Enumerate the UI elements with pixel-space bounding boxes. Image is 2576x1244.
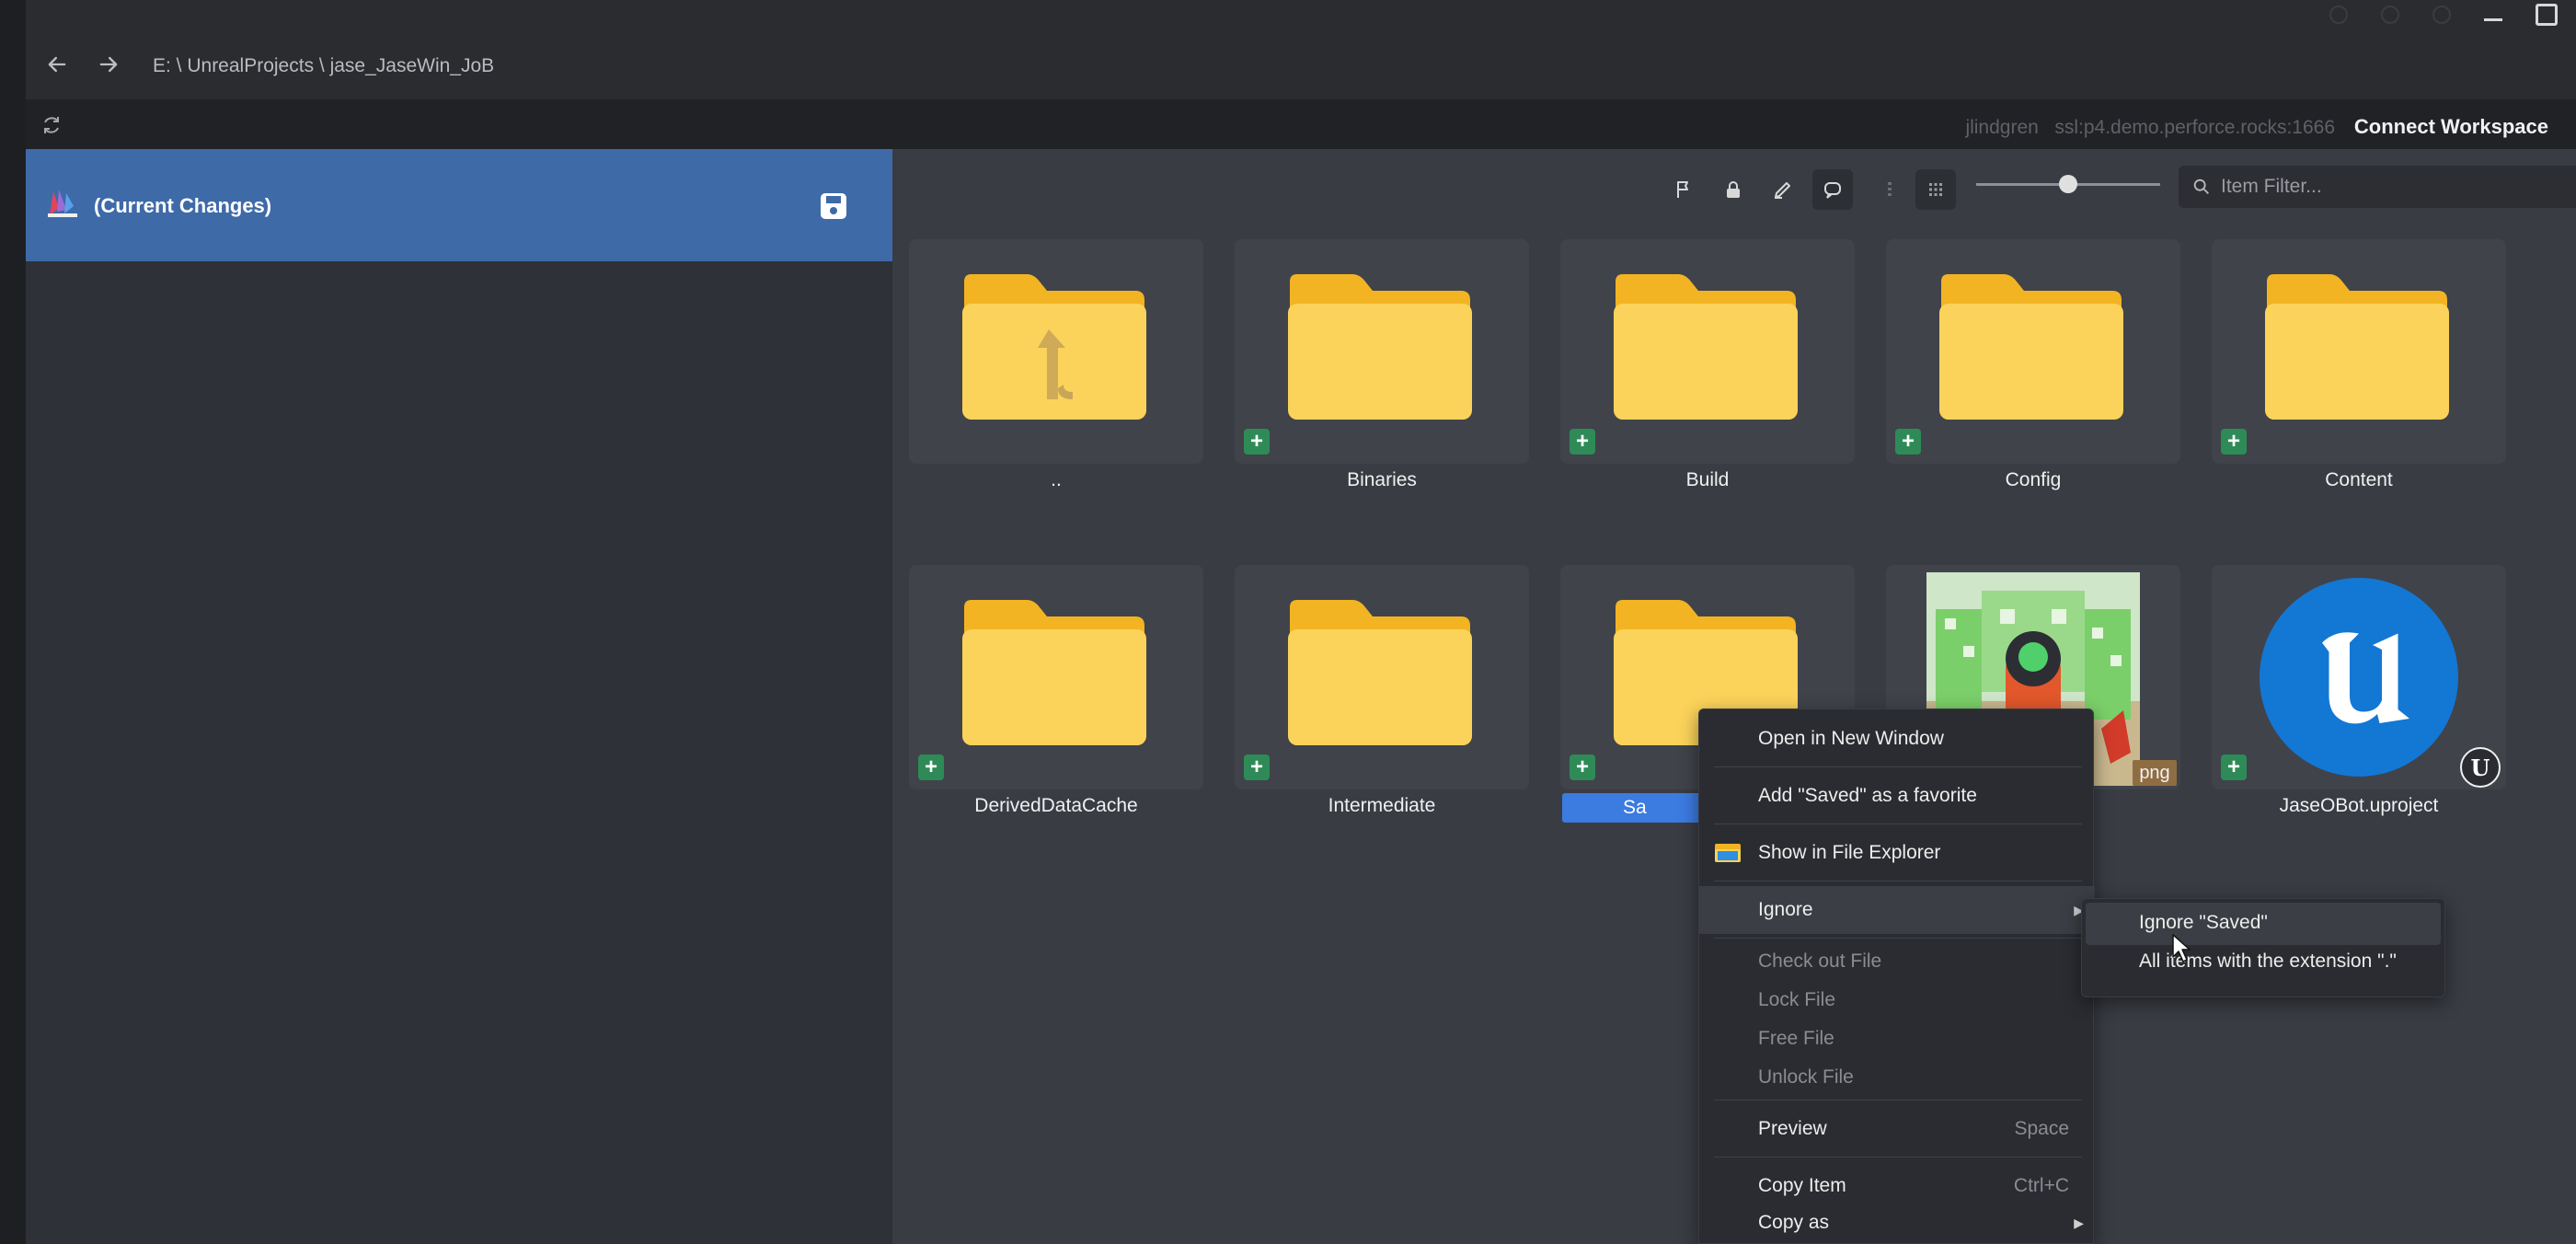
folder-icon [1284, 598, 1474, 747]
add-badge-icon: + [1244, 754, 1270, 780]
window-controls [2329, 4, 2558, 26]
search-icon [2193, 179, 2209, 194]
save-icon[interactable] [819, 191, 848, 221]
menu-separator [1714, 1157, 2082, 1158]
menu-item-ignore[interactable]: Ignore ▶ [1699, 886, 2095, 934]
folder-icon [2261, 272, 2451, 421]
add-badge-icon: + [2221, 754, 2247, 780]
menu-item-shortcut: Ctrl+C [2013, 1175, 2069, 1196]
menu-item-copy-as[interactable]: Copy as ▶ [1699, 1201, 2095, 1243]
folder-icon [959, 598, 1148, 747]
menu-item-label: Show in File Explorer [1758, 842, 1941, 863]
folder-label: Binaries [1347, 469, 1417, 490]
folder-label: DerivedDataCache [974, 795, 1138, 816]
item-filter-input[interactable] [2221, 171, 2561, 202]
unreal-badge-icon: U [2460, 747, 2501, 788]
forward-arrow-icon[interactable] [96, 52, 121, 77]
menu-item-check-out: Check out File [1699, 941, 2095, 980]
submenu-item-label: Ignore "Saved" [2139, 912, 2268, 933]
menu-item-label: Add "Saved" as a favorite [1758, 785, 1977, 806]
mouse-cursor-icon [2172, 934, 2191, 962]
flag-icon[interactable] [1663, 169, 1704, 210]
menu-item-preview[interactable]: Preview Space [1699, 1105, 2095, 1153]
edit-icon[interactable] [1763, 169, 1803, 210]
menu-item-label: Free File [1758, 1028, 1834, 1049]
list-view-icon[interactable] [1869, 169, 1910, 210]
folder-label: Config [2005, 469, 2062, 490]
menu-item-label: Open in New Window [1758, 728, 1944, 749]
maximize-icon[interactable] [2536, 4, 2558, 26]
context-menu: Open in New Window Add "Saved" as a favo… [1698, 708, 2095, 1244]
menu-item-label: Copy as [1758, 1212, 1830, 1233]
sidebar [26, 149, 892, 1244]
refresh-icon[interactable] [40, 114, 63, 136]
menu-item-add-favorite[interactable]: Add "Saved" as a favorite [1699, 772, 2095, 820]
add-badge-icon: + [1570, 429, 1595, 455]
folder-label: Intermediate [1328, 795, 1436, 816]
file-explorer-icon [1715, 844, 1741, 862]
folder-icon [1936, 272, 2125, 421]
folder-icon [1284, 272, 1474, 421]
add-badge-icon: + [1895, 429, 1921, 455]
parent-folder-icon [959, 272, 1148, 421]
menu-item-label: Preview [1758, 1118, 1827, 1139]
menu-item-show-in-explorer[interactable]: Show in File Explorer [1699, 829, 2095, 877]
minimize-icon[interactable] [2484, 17, 2502, 21]
faint-icon-2 [2381, 6, 2399, 24]
window-edge [0, 0, 26, 1244]
grid-view-icon[interactable] [1915, 169, 1956, 210]
menu-item-shortcut: Space [2014, 1118, 2069, 1139]
server-info: jlindgren ssl:p4.demo.perforce.rocks:166… [1965, 117, 2335, 139]
menu-separator [1714, 766, 2082, 767]
title-bar [26, 0, 2576, 99]
folder-label: .. [1051, 469, 1062, 490]
menu-item-label: Check out File [1758, 950, 1882, 972]
folder-label-selected: Sa [1623, 797, 1647, 818]
add-badge-icon: + [2221, 429, 2247, 455]
menu-item-lock: Lock File [1699, 980, 2095, 1019]
chat-icon[interactable] [1812, 169, 1853, 210]
lock-icon[interactable] [1713, 169, 1754, 210]
ignore-submenu: Ignore "Saved" All items with the extens… [2081, 898, 2445, 997]
submenu-arrow-icon: ▶ [2074, 1215, 2084, 1230]
menu-item-label: Ignore [1758, 899, 1813, 920]
breadcrumb[interactable]: E: \ UnrealProjects \ jase_JaseWin_JoB [153, 55, 494, 77]
add-badge-icon: + [1244, 429, 1270, 455]
connect-workspace-button[interactable]: Connect Workspace [2354, 115, 2548, 139]
username: jlindgren [1965, 117, 2039, 138]
menu-item-label: Lock File [1758, 989, 1836, 1010]
menu-item-free: Free File [1699, 1019, 2095, 1057]
uproject-label: JaseOBot.uproject [2279, 795, 2439, 816]
server-address: ssl:p4.demo.perforce.rocks:1666 [2054, 117, 2335, 138]
folder-label: Build [1685, 469, 1730, 490]
faint-icon-1 [2329, 6, 2348, 24]
menu-separator [1714, 938, 2082, 939]
changelist-icon [48, 190, 77, 217]
menu-item-open-new-window[interactable]: Open in New Window [1699, 715, 2095, 763]
faint-icon-3 [2432, 6, 2451, 24]
add-badge-icon: + [1570, 754, 1595, 780]
folder-label: Content [2325, 469, 2393, 490]
current-changes-label: (Current Changes) [94, 194, 272, 217]
menu-item-label: Copy Item [1758, 1175, 1846, 1196]
add-badge-icon: + [918, 754, 944, 780]
file-type-badge: png [2133, 760, 2177, 786]
menu-item-label: Unlock File [1758, 1066, 1854, 1088]
back-arrow-icon[interactable] [44, 52, 70, 77]
menu-item-unlock: Unlock File [1699, 1057, 2095, 1096]
unreal-engine-logo-icon [2260, 578, 2458, 777]
folder-icon [1610, 272, 1800, 421]
zoom-slider-thumb[interactable] [2059, 175, 2077, 193]
